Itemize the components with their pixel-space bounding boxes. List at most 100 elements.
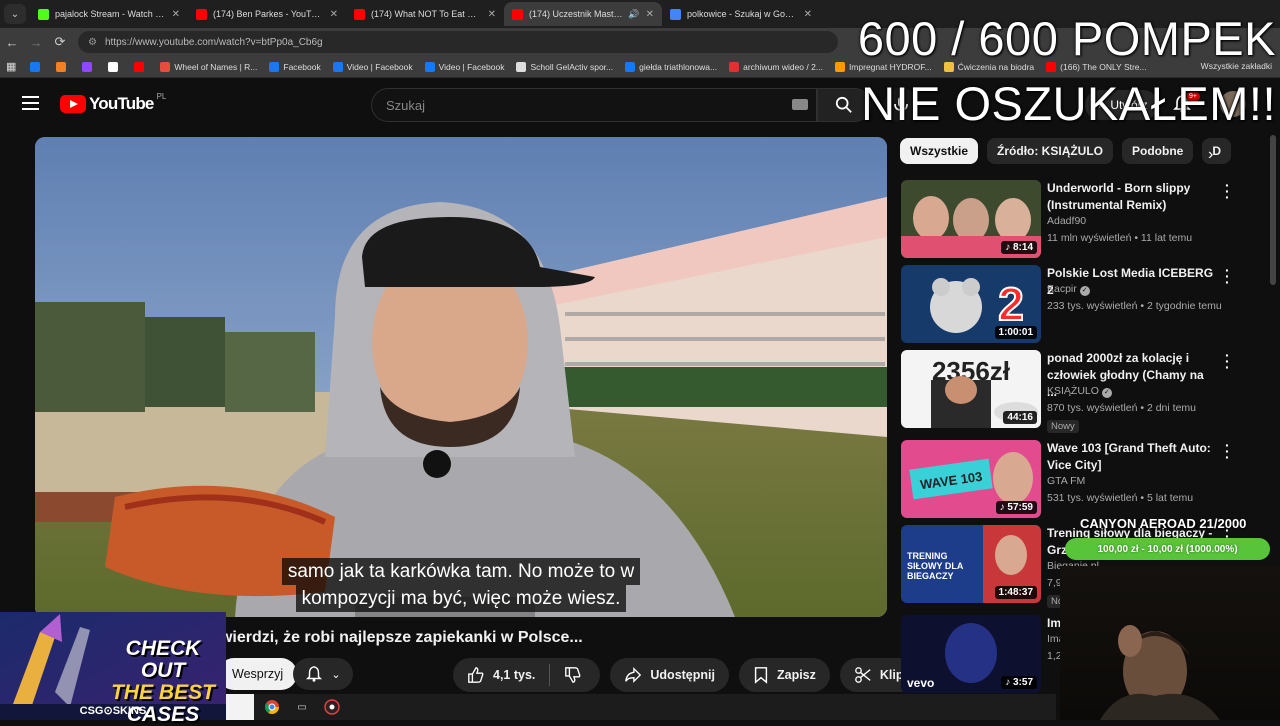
csgo-skins-ad[interactable]: CHECK OUT THE BEST CASES CSG⊙SKINS [0,612,226,726]
bookmark-item[interactable] [56,61,70,72]
recommended-channel[interactable]: Kacpir ✓ [1047,283,1090,296]
video-thumbnail[interactable]: vevo ♪ 3:57 [901,615,1041,693]
bookmark-item[interactable] [82,61,96,72]
bookmark-favicon-icon [30,61,41,72]
csgo-headline-2: THE BEST [111,681,215,704]
obs-icon[interactable] [320,697,344,717]
duration-text: 3:57 [1012,677,1033,688]
filter-chip[interactable]: D [1202,138,1232,164]
taskbar-blank-app-icon[interactable] [226,694,254,720]
apps-grid-icon[interactable]: ▦ [6,60,16,73]
bookmark-item[interactable] [108,61,122,72]
site-info-icon[interactable]: ⚙ [88,37,97,48]
reload-icon[interactable]: ⟳ [48,34,72,50]
like-button[interactable]: 4,1 tys. [453,658,601,692]
video-thumbnail[interactable]: 2 1:00:01 [901,265,1041,343]
more-vertical-icon[interactable]: ··· [1225,178,1230,204]
bookmark-label: Facebook [283,61,321,72]
csgo-headline-1: CHECK OUT [125,637,201,682]
bookmark-item[interactable] [134,61,148,72]
bookmark-label: Scholl GelActiv spor... [530,61,614,72]
keyboard-icon[interactable] [792,99,808,110]
bookmark-favicon-icon [160,61,171,72]
bookmark-item[interactable]: Scholl GelActiv spor... [516,61,614,72]
bookmark-favicon-icon [82,61,93,72]
duration-text: 1:00:01 [998,327,1033,338]
recommended-video-title[interactable]: Wave 103 [Grand Theft Auto: Vice City] [1047,440,1217,474]
bookmark-item[interactable]: Video | Facebook [332,61,413,72]
recommended-video[interactable]: WAVE 103 ♪ 57:59 Wave 103 [Grand Theft A… [901,438,1261,520]
recommended-channel[interactable]: KSIĄŻULO ✓ [1047,385,1112,398]
tab-close-icon[interactable]: ✕ [330,9,338,20]
chevron-right-icon[interactable]: › [1208,146,1213,164]
duration-text: 44:16 [1007,412,1033,423]
browser-tab[interactable]: pajalock Stream - Watch Live o ✕ [30,2,188,26]
bookmark-item[interactable] [30,61,44,72]
video-player[interactable]: samo jak ta karkówka tam. No może to w k… [35,137,887,617]
tab-favicon-icon [354,8,365,20]
recommended-video[interactable]: 2356zł 44:16 ponad 2000zł za kolację i c… [901,348,1261,433]
recommended-channel[interactable]: GTA FM [1047,475,1085,487]
browser-tab[interactable]: (174) Uczestnik MasterChef 🔊 ✕ [504,2,662,26]
menu-hamburger-icon[interactable] [22,96,39,110]
back-arrow-icon[interactable]: ← [0,35,24,50]
terminal-icon[interactable]: ▭ [290,697,314,717]
more-vertical-icon[interactable]: ··· [1225,438,1230,464]
youtube-play-icon [60,95,86,113]
tab-close-icon[interactable]: ✕ [172,9,180,20]
more-vertical-icon[interactable]: ··· [1225,263,1230,289]
video-thumbnail[interactable]: ♪ 8:14 [901,180,1041,258]
scissors-icon [855,667,871,683]
recommended-video[interactable]: 2 1:00:01 Polskie Lost Media ICEBERG 2 K… [901,263,1261,345]
bookmark-item[interactable]: Facebook [269,61,321,72]
bookmark-favicon-icon [108,61,119,72]
tab-close-icon[interactable]: ✕ [488,9,496,20]
more-vertical-icon[interactable]: ··· [1225,348,1230,374]
video-duration: 1:48:37 [994,586,1037,599]
recommended-video-title[interactable]: Underworld - Born slippy (Instrumental R… [1047,180,1217,214]
bookmark-favicon-icon [332,61,343,72]
thumb-vevo: vevo [907,676,934,690]
video-thumbnail[interactable]: WAVE 103 ♪ 57:59 [901,440,1041,518]
country-code: PL [156,91,167,101]
address-bar[interactable]: ⚙ https://www.youtube.com/watch?v=btPp0a… [78,31,838,53]
filter-chip[interactable]: Wszystkie [900,138,979,164]
recommendation-filter-chips: Wszystkie Źródło: KSIĄŻULO Podobne D [900,138,1235,166]
tab-title: (174) Uczestnik MasterChef [529,9,624,19]
video-thumbnail[interactable]: 2356zł 44:16 [901,350,1041,428]
filter-chip[interactable]: Podobne [1122,138,1194,164]
support-button[interactable]: Wesprzyj [218,658,298,690]
bookmark-favicon-icon [625,61,636,72]
share-button[interactable]: Udostępnij [610,658,729,692]
filter-chip[interactable]: Źródło: KSIĄŻULO [987,138,1114,164]
bookmark-item[interactable]: archiwum wideo / 2... [729,61,823,72]
recommended-meta: 531 tys. wyświetleń • 5 lat temu [1047,492,1194,504]
youtube-logo[interactable]: YouTube PL [60,91,167,114]
duration-text: 1:48:37 [998,587,1033,598]
recommended-channel[interactable]: Adadf90 [1047,215,1086,227]
tab-search-chevron-icon[interactable]: ⌄ [4,4,26,24]
thumb-down-icon[interactable] [564,666,582,684]
chrome-icon[interactable] [260,697,284,717]
channel-name: Adadf90 [1047,215,1087,227]
bookmark-item[interactable]: Wheel of Names | R... [160,61,257,72]
short-music-icon: ♪ [1005,242,1013,253]
video-thumbnail[interactable]: TRENING SIŁOWY DLA BIEGACZY 1:48:37 [901,525,1041,603]
tab-audio-icon[interactable]: 🔊 [628,9,639,20]
forward-arrow-icon[interactable]: → [24,35,48,50]
subscription-bell-button[interactable]: ⌄ [293,658,353,690]
bookmark-item[interactable]: Video | Facebook [424,61,504,72]
search-input[interactable]: Szukaj [371,88,817,122]
recommended-video[interactable]: ♪ 8:14 Underworld - Born slippy (Instrum… [901,178,1261,260]
new-badge: Nowy [1047,420,1079,433]
save-button[interactable]: Zapisz [738,658,830,692]
bookmark-item[interactable]: giełda triathlonowa... [625,61,717,72]
browser-tab[interactable]: polkowice - Szukaj w Google ✕ [662,2,820,26]
page-scrollbar[interactable] [1270,135,1276,285]
verified-check-icon: ✓ [1079,286,1090,296]
subtitle-line1: samo jak ta karkówka tam. No może to w [281,558,641,585]
browser-tab[interactable]: (174) Ben Parkes - YouTube ✕ [188,2,346,26]
browser-tab[interactable]: (174) What NOT To Eat Before ✕ [346,2,504,26]
tab-close-icon[interactable]: ✕ [804,9,812,20]
tab-close-icon[interactable]: ✕ [646,9,654,20]
